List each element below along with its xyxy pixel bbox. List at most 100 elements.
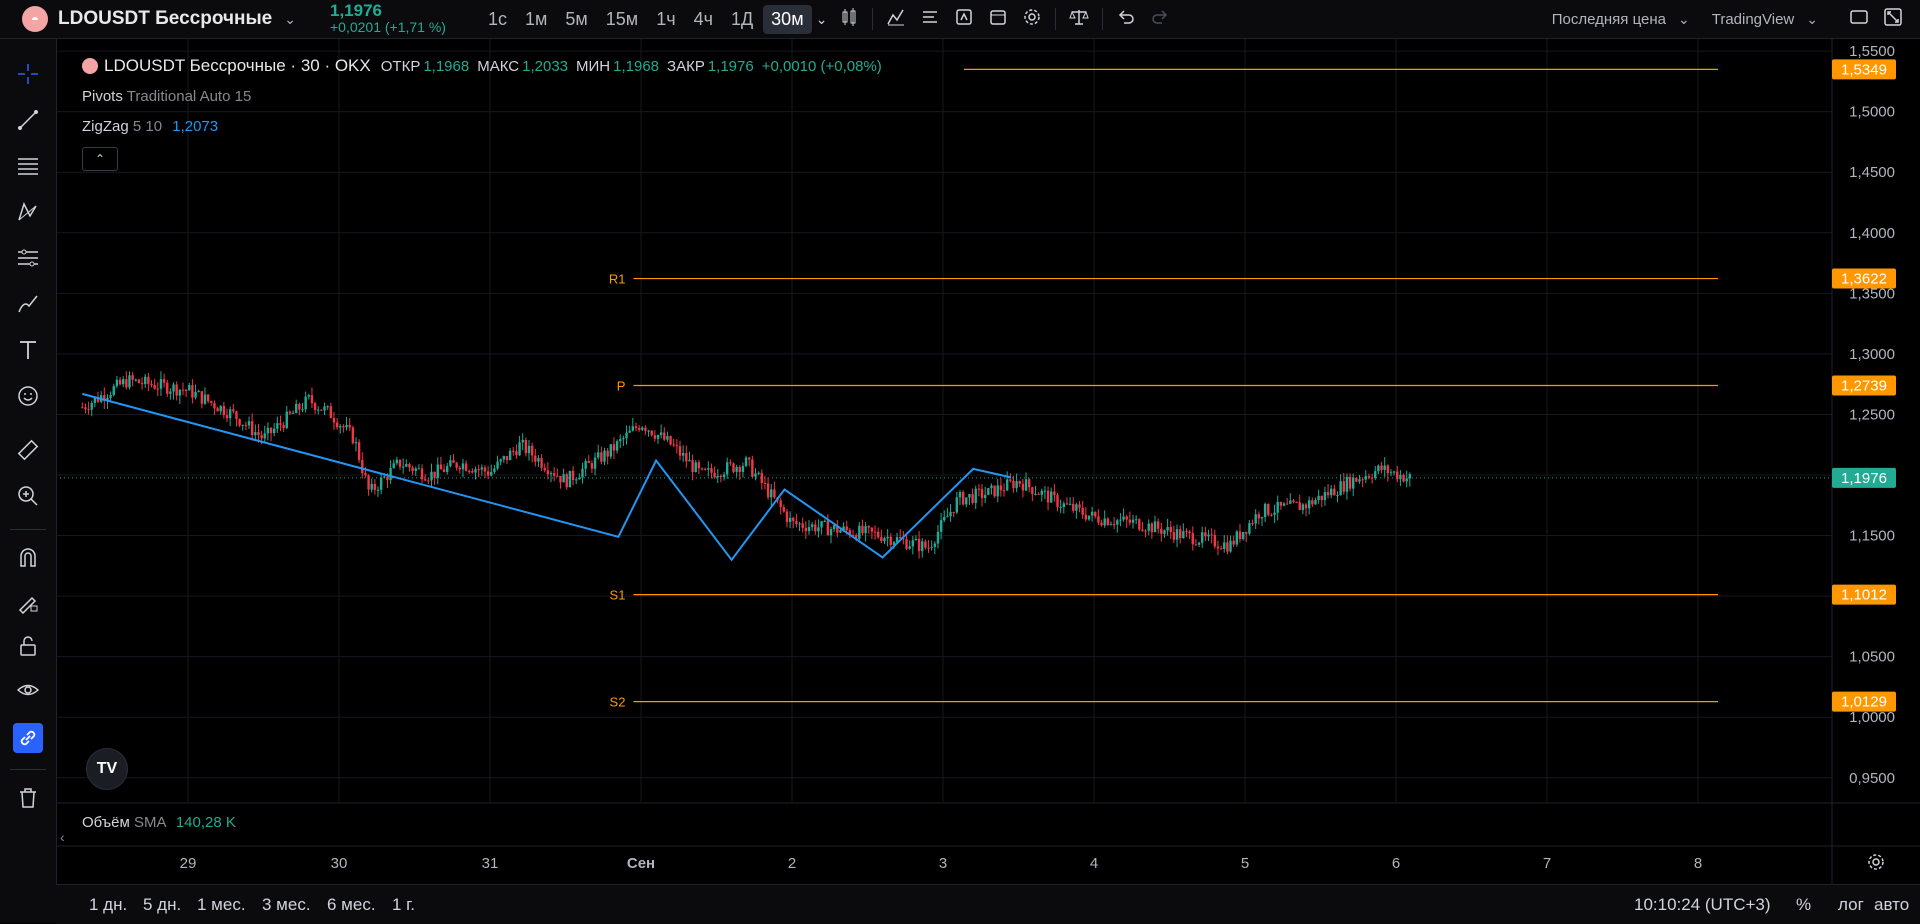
candle-body: [1018, 481, 1021, 484]
price-axis[interactable]: 1,55001,50001,45001,40001,35001,30001,25…: [1832, 43, 1896, 787]
high-label: МАКС: [477, 57, 520, 75]
candle-body: [637, 428, 641, 430]
zoom-icon[interactable]: [13, 481, 43, 511]
range-1d[interactable]: 1 дн.: [89, 895, 127, 915]
candle-body: [694, 462, 697, 473]
range-6m[interactable]: 6 мес.: [327, 895, 376, 915]
candle-body: [955, 497, 959, 513]
candle-body: [241, 424, 244, 426]
clock[interactable]: 10:10:24 (UTC+3): [1634, 895, 1771, 915]
chevron-down-icon[interactable]: ⌄: [1806, 11, 1818, 28]
candle-body: [439, 464, 443, 470]
magnet-icon[interactable]: [13, 543, 43, 573]
timeframe-4h[interactable]: 4ч: [686, 5, 721, 34]
candle-body: [1197, 542, 1201, 545]
time-axis[interactable]: 29 30 31 Сен 2 3 4 5 6 7 8: [180, 855, 1703, 872]
candle-body: [112, 386, 115, 396]
range-1y[interactable]: 1 г.: [392, 895, 415, 915]
redo-icon[interactable]: [1143, 7, 1177, 32]
indicator-volume[interactable]: Объём SMA 140,28 K: [82, 814, 236, 831]
indicator-zigzag[interactable]: ZigZag 5 10 1,2073: [82, 118, 218, 135]
text-icon[interactable]: [13, 335, 43, 365]
candle-style-icon[interactable]: [832, 7, 866, 32]
range-5d[interactable]: 5 дн.: [143, 895, 181, 915]
candle-body: [584, 461, 587, 469]
candle-body: [927, 547, 930, 549]
lock-icon[interactable]: [13, 631, 43, 661]
candle-body: [606, 450, 609, 457]
collapse-toolbar-icon[interactable]: ‹: [60, 829, 65, 845]
fib-icon[interactable]: [13, 151, 43, 181]
indicator-pivots[interactable]: Pivots Traditional Auto 15: [82, 88, 251, 105]
undo-icon[interactable]: [1109, 7, 1143, 32]
candle-body: [197, 391, 200, 393]
eye-icon[interactable]: [13, 675, 43, 705]
log-toggle[interactable]: лог: [1838, 895, 1864, 915]
time-tick-label: 6: [1392, 855, 1400, 872]
close-label: ЗАКР: [667, 57, 705, 75]
candle-body: [1021, 483, 1025, 491]
pattern-icon[interactable]: [13, 197, 43, 227]
indicator-templates-icon[interactable]: [913, 7, 947, 32]
candle-body: [351, 427, 355, 444]
fullscreen-icon[interactable]: [1842, 7, 1876, 32]
candle-body: [735, 467, 738, 472]
price-chart[interactable]: R1PS1S2 1,55001,50001,45001,40001,35001,…: [0, 0, 1920, 923]
range-1m[interactable]: 1 мес.: [197, 895, 246, 915]
candle-body: [1138, 519, 1141, 530]
timeframe-30m[interactable]: 30м: [763, 4, 812, 34]
replay-icon[interactable]: [981, 7, 1015, 32]
price-source-select[interactable]: Последняя цена: [1552, 11, 1666, 28]
candle-body: [766, 483, 770, 498]
chevron-down-icon[interactable]: ⌄: [284, 11, 296, 28]
range-3m[interactable]: 3 мес.: [262, 895, 311, 915]
legend-title[interactable]: LDOUSDT Бессрочные · 30 · OKX: [104, 56, 371, 76]
auto-toggle[interactable]: авто: [1874, 895, 1909, 915]
link-icon[interactable]: [13, 723, 43, 753]
candle-body: [631, 426, 635, 431]
trash-icon[interactable]: [13, 783, 43, 813]
axis-settings-icon[interactable]: [1866, 852, 1886, 877]
candle-body: [1084, 514, 1088, 520]
maximize-icon[interactable]: [1876, 7, 1910, 32]
candle-body: [1090, 511, 1094, 516]
brush-icon[interactable]: [13, 289, 43, 319]
tradingview-logo-icon[interactable]: TV: [86, 748, 128, 790]
candle-body: [1207, 534, 1210, 537]
candle-body: [1301, 504, 1305, 511]
projection-icon[interactable]: [13, 243, 43, 273]
timeframe-1m[interactable]: 1м: [517, 5, 555, 34]
trend-line-icon[interactable]: [13, 105, 43, 135]
indicators-icon[interactable]: [879, 7, 913, 32]
gear-icon[interactable]: [1015, 7, 1049, 32]
candle-body: [427, 480, 430, 482]
candle-body: [1361, 479, 1364, 481]
price-tick-label: 1,0500: [1849, 649, 1895, 666]
collapse-legend-button[interactable]: ⌃: [82, 147, 118, 171]
candle-body: [137, 379, 141, 384]
emoji-icon[interactable]: [13, 381, 43, 411]
crosshair-icon[interactable]: [13, 59, 43, 89]
candle-body: [1355, 477, 1358, 482]
ruler-icon[interactable]: [13, 435, 43, 465]
scales-icon[interactable]: [1062, 7, 1096, 32]
percent-toggle[interactable]: %: [1796, 895, 1811, 915]
symbol-name[interactable]: LDOUSDT Бессрочные: [58, 8, 272, 30]
candle-body: [1068, 503, 1072, 505]
candle-body: [1106, 518, 1110, 525]
timeframe-1s[interactable]: 1с: [480, 5, 515, 34]
timeframe-1d[interactable]: 1Д: [723, 5, 761, 34]
candle-body: [1141, 529, 1144, 531]
timeframe-1h[interactable]: 1ч: [648, 5, 683, 34]
lock-drawings-icon[interactable]: [13, 587, 43, 617]
candle-body: [568, 470, 572, 488]
chevron-down-icon[interactable]: ⌄: [812, 11, 832, 28]
chart-brand-select[interactable]: TradingView: [1712, 11, 1795, 28]
pivot-label: R1: [609, 272, 626, 287]
timeframe-15m[interactable]: 15м: [598, 5, 646, 34]
candle-body: [619, 439, 622, 442]
candle-body: [134, 379, 137, 381]
timeframe-5m[interactable]: 5м: [557, 5, 595, 34]
chevron-down-icon[interactable]: ⌄: [1678, 11, 1690, 28]
alert-icon[interactable]: [947, 7, 981, 32]
